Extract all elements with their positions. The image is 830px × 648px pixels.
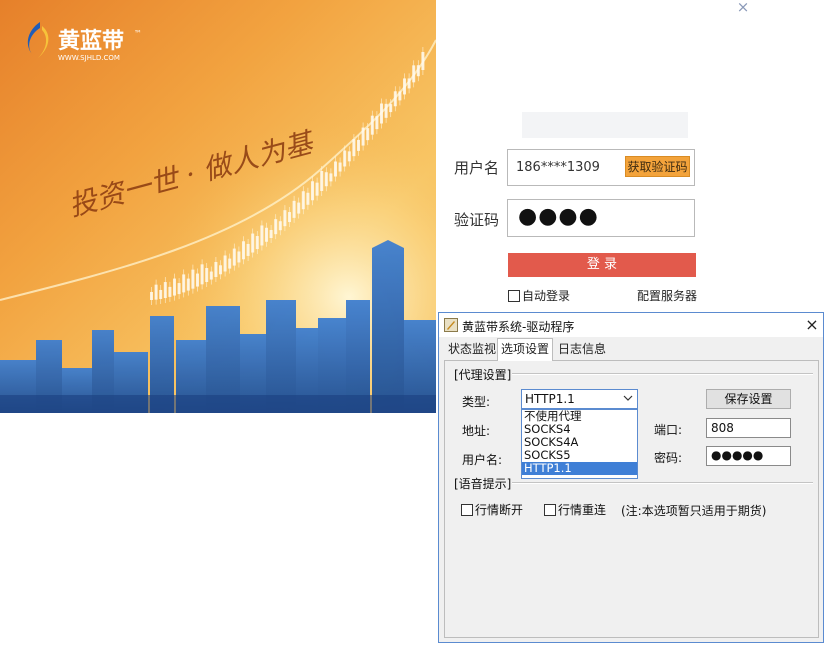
reconnect-box[interactable] <box>544 504 556 516</box>
type-label: 类型: <box>462 395 491 409</box>
voice-group-label: [语音提示] <box>453 475 513 492</box>
tab-status-monitor[interactable]: 状态监视 <box>445 340 499 360</box>
login-banner: 黄蓝带 ™ WWW.SJHLD.COM 投资一世 · 做人为基 <box>0 0 436 413</box>
disconnect-box[interactable] <box>461 504 473 516</box>
server-config-link[interactable]: 配置服务器 <box>637 287 697 304</box>
verification-code-field[interactable]: ●●●● <box>507 199 695 237</box>
server-display <box>522 112 688 138</box>
reconnect-checkbox[interactable]: 行情重连 <box>544 501 606 518</box>
auto-login-box[interactable] <box>508 290 520 302</box>
reconnect-label: 行情重连 <box>558 503 607 517</box>
password-label: 密码: <box>654 451 683 465</box>
proxy-username-label: 用户名: <box>462 453 503 467</box>
proxy-type-value: HTTP1.1 <box>525 392 575 406</box>
tab-log[interactable]: 日志信息 <box>555 340 609 360</box>
disconnect-label: 行情断开 <box>475 503 524 517</box>
proxy-type-dropdown[interactable]: 不使用代理 SOCKS4 SOCKS4A SOCKS5 HTTP1.1 <box>521 409 638 479</box>
port-value: 808 <box>711 421 734 435</box>
options-tab-page: [代理设置] 类型: HTTP1.1 不使用代理 SOCKS4 SOCKS4A … <box>444 360 819 638</box>
dialog-title: 黄蓝带系统-驱动程序 <box>462 320 575 334</box>
save-settings-button[interactable]: 保存设置 <box>706 389 791 409</box>
port-label: 端口: <box>654 423 683 437</box>
login-close-icon[interactable]: × <box>736 0 750 15</box>
login-button[interactable]: 登 录 <box>508 253 696 277</box>
app-icon <box>444 318 458 332</box>
auto-login-label: 自动登录 <box>522 289 571 303</box>
password-input[interactable]: ●●●●● <box>706 446 791 466</box>
proxy-type-select[interactable]: HTTP1.1 <box>521 389 638 409</box>
code-value: ●●●● <box>518 204 599 229</box>
voice-note: (注:本选项暂只适用于期货) <box>621 504 767 518</box>
proxy-option-http11[interactable]: HTTP1.1 <box>522 462 637 475</box>
driver-dialog: 黄蓝带系统-驱动程序 × 状态监视 选项设置 日志信息 [代理设置] 类型: H… <box>438 312 824 643</box>
port-input[interactable]: 808 <box>706 418 791 438</box>
dialog-titlebar[interactable]: 黄蓝带系统-驱动程序 × <box>439 313 823 337</box>
banner-illustration: 黄蓝带 ™ WWW.SJHLD.COM 投资一世 · 做人为基 <box>0 0 436 413</box>
code-label: 验证码 <box>454 211 500 229</box>
disconnect-checkbox[interactable]: 行情断开 <box>461 501 523 518</box>
brand-tm: ™ <box>134 29 142 38</box>
password-value: ●●●●● <box>711 448 764 462</box>
username-field[interactable]: 186****1309 获取验证码 <box>507 149 695 186</box>
proxy-group-label: [代理设置] <box>453 366 513 383</box>
tab-options[interactable]: 选项设置 <box>497 338 554 361</box>
dialog-close-icon[interactable]: × <box>803 315 821 335</box>
brand-url: WWW.SJHLD.COM <box>58 54 120 62</box>
chevron-down-icon <box>623 395 633 401</box>
username-value: 186****1309 <box>516 160 600 175</box>
get-code-button[interactable]: 获取验证码 <box>625 156 690 177</box>
address-label: 地址: <box>462 424 491 438</box>
auto-login-checkbox[interactable]: 自动登录 <box>508 287 570 304</box>
brand-name: 黄蓝带 <box>58 29 124 54</box>
username-label: 用户名 <box>454 159 500 177</box>
